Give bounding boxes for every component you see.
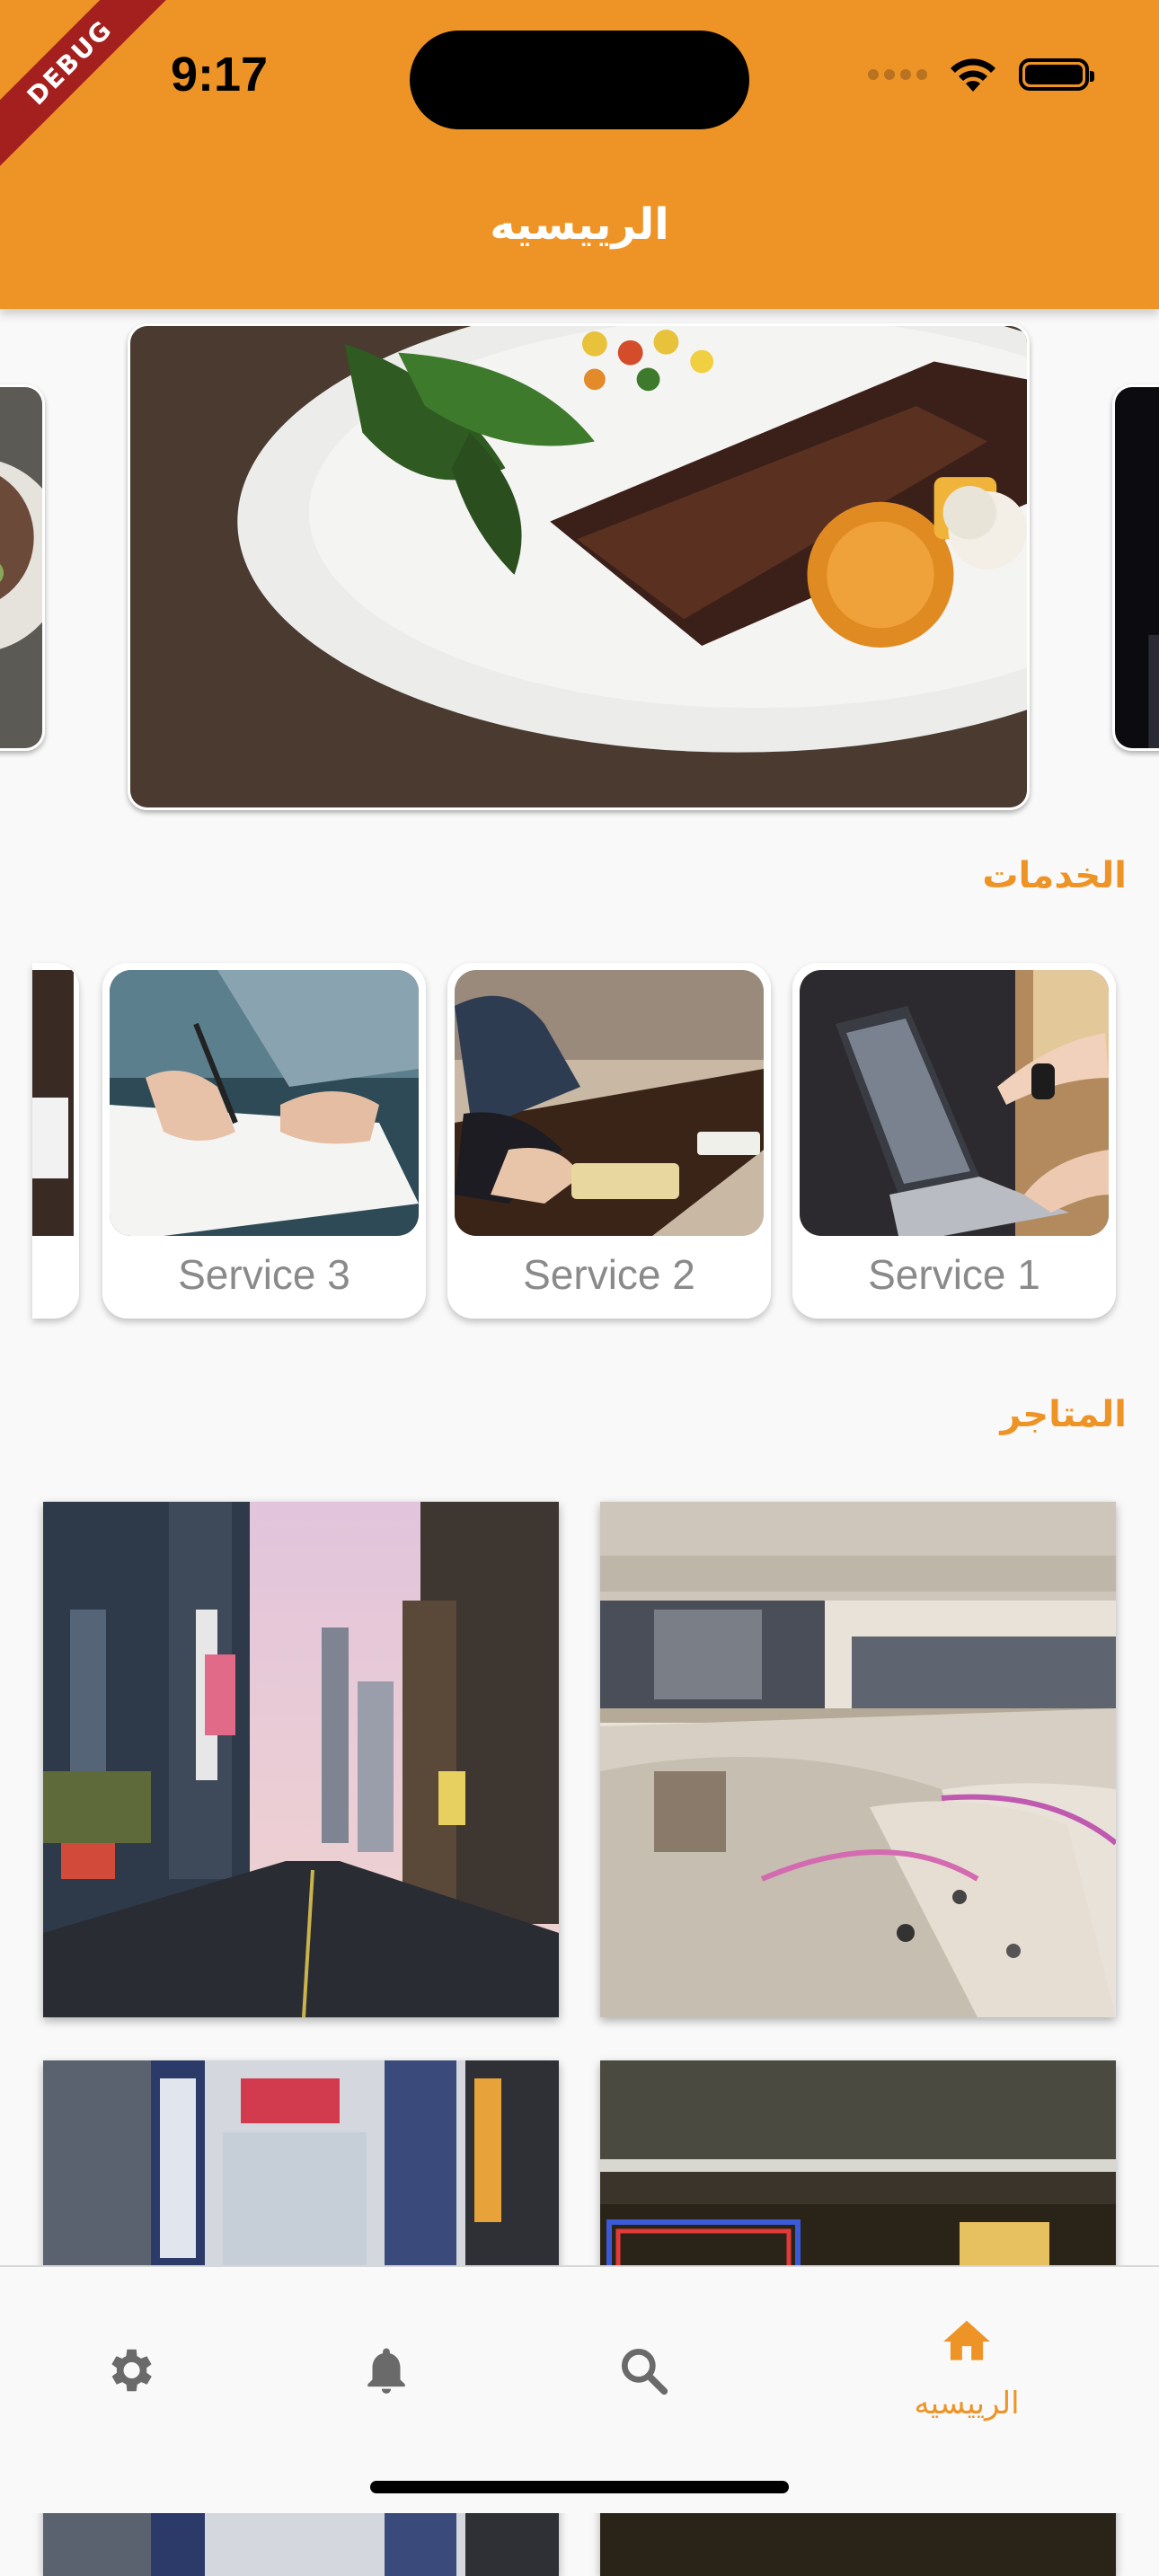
nav-item-home[interactable]: الرييسيه — [895, 2303, 1039, 2429]
nav-item-notifications[interactable] — [314, 2303, 458, 2429]
app-bar: 9:17 الرييسيه — [0, 0, 1159, 309]
service-card-partial[interactable] — [32, 963, 79, 1319]
status-icons — [868, 56, 1094, 93]
service-3-image — [110, 970, 419, 1236]
carousel-item-previous[interactable] — [0, 384, 45, 751]
dynamic-island — [410, 31, 749, 129]
service-card-3[interactable]: Service 3 — [102, 963, 426, 1319]
bell-icon — [367, 2348, 405, 2394]
service-3-label: Service 3 — [178, 1251, 350, 1298]
battery-icon — [1019, 58, 1094, 91]
service-2-image — [455, 970, 764, 1236]
store-card-mall[interactable] — [600, 1502, 1116, 2017]
bottom-navigation: الرييسيه — [0, 2265, 1159, 2513]
nav-item-search[interactable] — [571, 2303, 715, 2429]
service-card-1[interactable]: Service 1 — [792, 963, 1116, 1319]
service-card-2[interactable]: Service 2 — [447, 963, 771, 1319]
home-icon — [943, 2320, 990, 2360]
stores-section-title: المتاجر — [1000, 1394, 1127, 1435]
service-1-label: Service 1 — [868, 1251, 1040, 1298]
search-icon — [621, 2348, 668, 2395]
page-title: الرييسيه — [490, 199, 669, 250]
service-1-image — [800, 970, 1109, 1236]
nav-item-settings[interactable] — [58, 2303, 201, 2429]
home-indicator[interactable] — [370, 2481, 789, 2493]
gear-icon — [111, 2349, 152, 2392]
wifi-icon — [951, 58, 995, 92]
cellular-signal-icon — [868, 69, 927, 80]
services-section-title: الخدمات — [982, 855, 1127, 896]
status-time: 9:17 — [171, 48, 269, 101]
store-card-street[interactable] — [43, 1502, 559, 2017]
carousel-item-next[interactable] — [1112, 384, 1159, 751]
carousel-item-steak-plate[interactable] — [128, 323, 1030, 810]
nav-home-label: الرييسيه — [914, 2386, 1020, 2422]
service-2-label: Service 2 — [523, 1251, 695, 1298]
